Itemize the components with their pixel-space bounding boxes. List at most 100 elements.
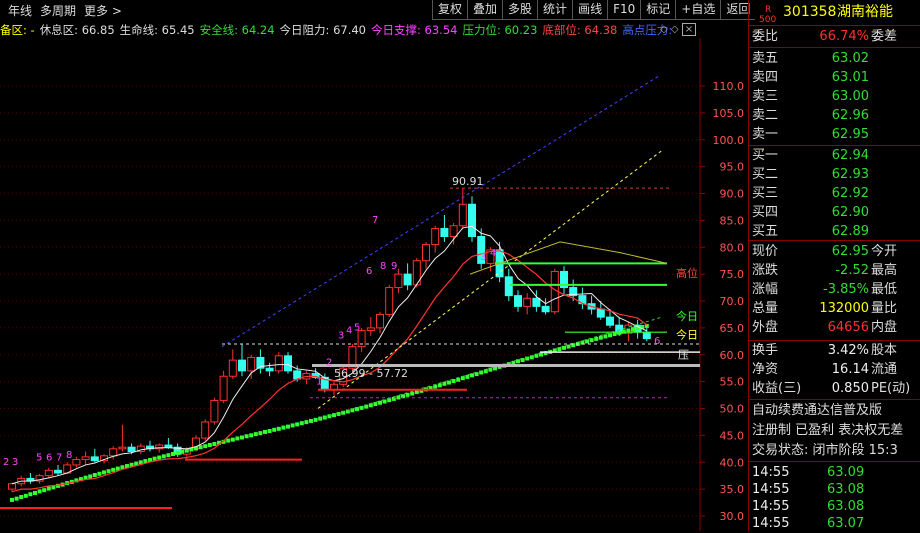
row-label: 卖五 xyxy=(752,51,779,66)
chevron-up-icon[interactable]: ◇ xyxy=(671,24,679,35)
row-value: 16.14 xyxy=(831,362,869,377)
support-dot xyxy=(10,497,14,502)
support-dot xyxy=(166,453,171,458)
mark-button[interactable]: 标记 xyxy=(640,0,676,20)
fuquan-button[interactable]: 复权 xyxy=(432,0,468,20)
f10-button[interactable]: F10 xyxy=(607,0,641,20)
row-label: 买四 xyxy=(752,205,779,220)
indicator-item: 压力位: 60.23 xyxy=(462,23,538,37)
support-dot xyxy=(235,436,240,441)
candle-body xyxy=(504,276,513,297)
candle-body xyxy=(468,203,476,237)
divider xyxy=(749,47,920,48)
axis-tick-label: 90.0 xyxy=(720,188,745,201)
support-dot xyxy=(304,420,309,425)
stock-header: R 500 301358 湖南裕能 xyxy=(749,3,920,25)
support-dot xyxy=(226,438,231,443)
support-dot xyxy=(171,451,175,456)
candle-body xyxy=(72,459,81,466)
range-annotation: 56.99 - 57.72 xyxy=(334,367,408,380)
support-dot xyxy=(465,374,470,379)
ask-row: 卖一 62.95 xyxy=(749,125,920,144)
support-dot xyxy=(585,339,589,344)
info-line-1[interactable]: 自动续费通达信普及版 xyxy=(749,401,920,420)
support-dot xyxy=(157,455,162,460)
support-dot xyxy=(42,488,47,493)
add-watchlist-button[interactable]: +自选 xyxy=(675,0,721,20)
support-dot xyxy=(617,330,622,335)
support-dot xyxy=(207,442,212,447)
support-dot xyxy=(212,442,217,447)
support-dot xyxy=(106,469,111,474)
info-line-2: 注册制 已盈利 表决权无差 xyxy=(749,421,920,440)
indicator-item: 休息区: 66.85 xyxy=(39,23,115,37)
candle-body xyxy=(394,273,403,289)
candle-body xyxy=(90,456,99,462)
bid-row: 买五 62.89 xyxy=(749,222,920,241)
row-tail-label: 今开 xyxy=(871,244,898,259)
support-dot xyxy=(198,445,203,450)
support-dot xyxy=(203,444,208,449)
bid-row: 买四 62.90 xyxy=(749,203,920,222)
row-label: 净资 xyxy=(752,362,779,377)
stat-row: 涨幅 -3.85% 最低 xyxy=(749,280,920,299)
support-dot xyxy=(180,449,185,454)
multi-stock-button[interactable]: 多股 xyxy=(502,0,538,20)
close-icon[interactable]: × xyxy=(681,23,697,36)
support-dot xyxy=(516,359,520,364)
axis-tick-label: 95.0 xyxy=(720,161,745,174)
draw-line-button[interactable]: 画线 xyxy=(572,0,608,20)
candle-body xyxy=(265,367,274,372)
candle-body xyxy=(44,469,53,477)
multi-period-button[interactable]: 多周期 xyxy=(40,2,76,19)
indicator-nav-icons: ◇ ◇ × xyxy=(660,23,697,36)
support-dot xyxy=(240,435,244,440)
row-value: 62.95 xyxy=(831,127,869,142)
row-value: 62.89 xyxy=(831,224,869,239)
period-year-button[interactable]: 年线 xyxy=(8,2,32,19)
row-value: 62.92 xyxy=(831,186,869,201)
candle-body xyxy=(284,355,292,372)
support-dot xyxy=(286,424,290,429)
support-dot xyxy=(267,429,272,434)
support-dot xyxy=(598,335,603,340)
row-tail-label: 量比 xyxy=(871,301,898,316)
stat-row: 总量 132000 量比 xyxy=(749,299,920,318)
candle-body xyxy=(596,308,605,318)
divider xyxy=(749,461,920,462)
side-label: 高位 xyxy=(676,266,698,280)
stat-row: 外盘 64656 内盘 xyxy=(749,318,920,337)
row-label: 买五 xyxy=(752,224,779,239)
candle-body xyxy=(449,225,458,237)
axis-tick-label: 100.0 xyxy=(713,134,745,147)
support-dot xyxy=(290,423,295,428)
info-text: 交易状态: 闭市阶段 15:3 xyxy=(752,443,898,458)
chevron-down-icon[interactable]: ◇ xyxy=(660,24,668,35)
row-value: 62.95 xyxy=(831,244,869,259)
candle-body xyxy=(219,375,228,401)
row-value: 132000 xyxy=(819,301,869,316)
support-dot xyxy=(263,429,267,434)
statistics-button[interactable]: 统计 xyxy=(537,0,573,20)
axis-tick-label: 30.0 xyxy=(720,510,745,523)
sequence-number: 8 xyxy=(66,450,72,461)
axis-tick-label: 40.0 xyxy=(720,456,745,469)
row-tail-label: 股本 xyxy=(871,343,898,358)
candle-body xyxy=(642,331,651,340)
support-dot xyxy=(276,426,281,431)
sequence-number: 9 xyxy=(391,261,397,272)
support-dot xyxy=(14,496,19,501)
axis-tick-label: 35.0 xyxy=(720,483,745,496)
row-value: 62.90 xyxy=(831,205,869,220)
candlestick-chart[interactable]: 110.0 105.0 100.0 95.0 90.0 85.0 80.0 75.0 70.0 6… xyxy=(0,38,748,531)
more-button[interactable]: 更多 > xyxy=(84,2,122,19)
candle-body xyxy=(523,297,532,307)
ratio-label: 委比 xyxy=(752,29,779,44)
axis-tick-label: 45.0 xyxy=(720,429,745,442)
stock-code: 301358 xyxy=(783,4,837,20)
overlay-button[interactable]: 叠加 xyxy=(467,0,503,20)
axis-tick-label: 60.0 xyxy=(720,349,745,362)
row-label: 收益(三) xyxy=(752,381,802,396)
row-value: 3.42% xyxy=(827,343,869,358)
support-dot xyxy=(97,471,102,476)
